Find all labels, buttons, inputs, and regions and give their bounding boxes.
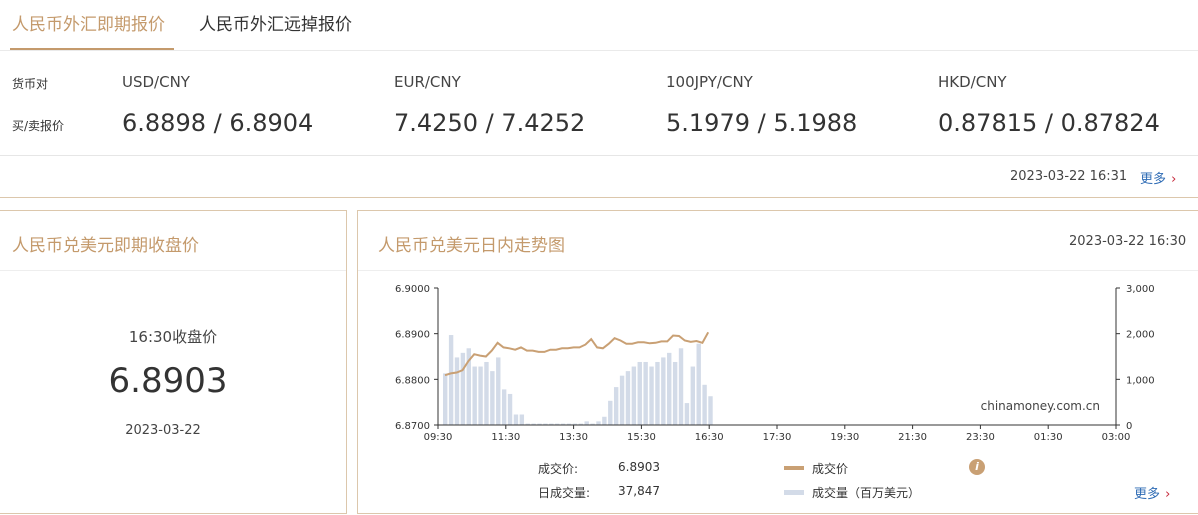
chart-watermark: chinamoney.com.cn xyxy=(981,399,1100,413)
volume-bar xyxy=(490,371,495,425)
y-right-tick-label: 0 xyxy=(1126,421,1132,432)
price-stat-label: 成交价: xyxy=(538,462,579,476)
y-left-tick-label: 6.8700 xyxy=(395,421,430,432)
x-tick-label: 21:30 xyxy=(898,432,927,443)
x-tick-label: 17:30 xyxy=(763,432,792,443)
chevron-right-icon: › xyxy=(1165,487,1171,502)
volume-bar xyxy=(596,421,601,425)
volume-bar xyxy=(454,357,460,425)
volume-bar xyxy=(672,361,678,425)
volume-bar xyxy=(678,348,684,425)
price-stat-value: 6.8903 xyxy=(618,460,660,474)
y-right-tick-label: 2,000 xyxy=(1126,330,1155,341)
x-tick-label: 19:30 xyxy=(830,432,859,443)
volume-legend-label: 成交量（百万美元） xyxy=(812,486,921,500)
volume-bar xyxy=(637,361,642,425)
info-icon[interactable]: i xyxy=(969,459,985,475)
x-tick-label: 13:30 xyxy=(559,432,588,443)
volume-bar xyxy=(496,357,501,425)
x-tick-label: 03:00 xyxy=(1102,432,1131,443)
volume-bar xyxy=(478,366,483,425)
volume-bar xyxy=(460,352,466,425)
volume-bar xyxy=(619,375,625,425)
x-tick-label: 16:30 xyxy=(695,432,724,443)
more-label: 更多 xyxy=(1134,487,1161,502)
x-tick-label: 23:30 xyxy=(966,432,995,443)
volume-bar xyxy=(684,403,690,425)
x-tick-label: 01:30 xyxy=(1034,432,1063,443)
volume-bar xyxy=(608,400,613,425)
intraday-chart: 6.8700 6.8800 6.8900 6.9000 0 1,000 2,000 3,00… xyxy=(395,284,1155,443)
volume-bar xyxy=(613,387,619,425)
volume-bar xyxy=(667,352,672,425)
volume-bar xyxy=(501,389,507,425)
intraday-more-link[interactable]: 更多 › xyxy=(1134,483,1170,502)
volume-bar xyxy=(519,414,525,425)
volume-bar xyxy=(513,414,519,425)
volume-bar xyxy=(655,361,660,425)
volume-bar xyxy=(702,384,707,425)
y-left-tick-label: 6.8800 xyxy=(395,375,430,386)
volume-bar xyxy=(484,361,489,425)
volume-legend-swatch xyxy=(784,490,804,495)
volume-bar xyxy=(507,393,513,425)
x-tick-label: 09:30 xyxy=(424,432,453,443)
volume-bar xyxy=(690,366,696,425)
price-legend-label: 成交价 xyxy=(812,462,849,476)
volume-bar xyxy=(472,366,477,425)
volume-bars xyxy=(443,335,713,425)
y-left-tick-label: 6.8900 xyxy=(395,330,430,341)
volume-stat-value: 37,847 xyxy=(618,484,660,498)
x-tick-label: 11:30 xyxy=(491,432,520,443)
y-left-tick-label: 6.9000 xyxy=(395,284,430,295)
volume-bar xyxy=(643,361,648,425)
volume-bar xyxy=(602,416,607,425)
volume-bar xyxy=(661,357,666,425)
volume-bar xyxy=(708,396,713,425)
volume-bar xyxy=(448,335,454,425)
volume-bar xyxy=(625,371,631,425)
volume-bar xyxy=(584,421,589,425)
volume-stat-label: 日成交量: xyxy=(538,486,591,500)
y-right-tick-label: 1,000 xyxy=(1126,375,1155,386)
x-tick-label: 15:30 xyxy=(627,432,656,443)
price-legend-swatch xyxy=(784,466,804,470)
volume-bar xyxy=(696,343,701,425)
volume-bar xyxy=(443,373,448,425)
volume-bar xyxy=(631,366,637,425)
y-right-tick-label: 3,000 xyxy=(1126,284,1155,295)
volume-bar xyxy=(649,366,654,425)
